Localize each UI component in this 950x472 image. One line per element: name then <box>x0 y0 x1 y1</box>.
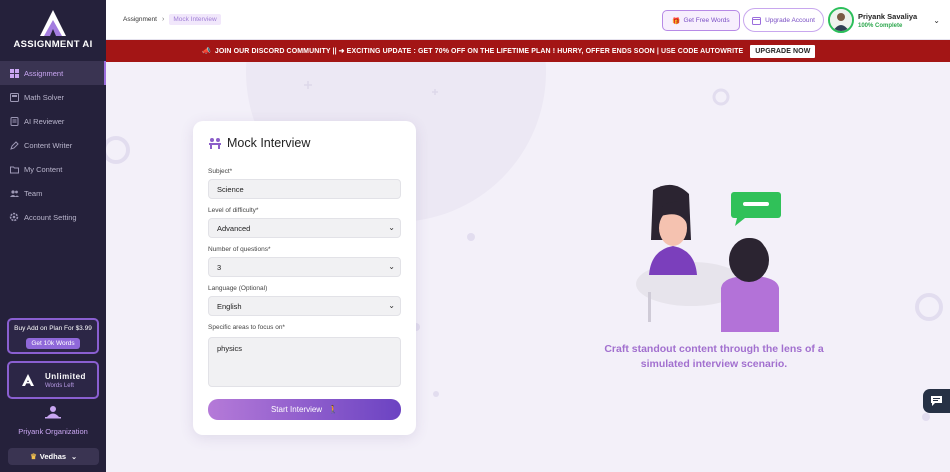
difficulty-select[interactable]: Advanced ⌄ <box>208 218 401 238</box>
questions-value: 3 <box>217 262 222 272</box>
upgrade-now-button[interactable]: UPGRADE NOW <box>750 44 816 58</box>
promo-text: Buy Add on Plan For $3.99 <box>14 325 92 332</box>
workspace-select[interactable]: ♛ Vedhas ⌄ <box>8 448 99 465</box>
language-label: Language (Optional) <box>208 285 268 292</box>
upgrade-account-button[interactable]: Upgrade Account <box>743 8 824 32</box>
difficulty-label: Level of difficulty* <box>208 207 259 214</box>
sidebar-item-assignment[interactable]: Assignment <box>0 61 106 85</box>
sidebar-item-label: My Content <box>24 164 63 174</box>
gear-icon <box>9 212 19 222</box>
start-interview-label: Start Interview <box>270 405 323 414</box>
sidebar: ASSIGNMENT AI Assignment Math Solver AI … <box>0 0 106 472</box>
mock-interview-form: Mock Interview Subject* Science Level of… <box>193 121 416 435</box>
app-name: ASSIGNMENT AI <box>13 39 93 50</box>
calculator-icon <box>9 92 19 102</box>
sidebar-item-math-solver[interactable]: Math Solver <box>0 85 106 109</box>
team-icon <box>9 188 19 198</box>
sidebar-item-label: Assignment <box>24 68 64 78</box>
avatar <box>828 7 854 33</box>
subject-label: Subject* <box>208 168 233 175</box>
sidebar-item-content-writer[interactable]: Content Writer <box>0 133 106 157</box>
subject-input[interactable]: Science <box>208 179 401 199</box>
upgrade-account-label: Upgrade Account <box>765 16 815 24</box>
organization-name: Priyank Organization <box>18 427 88 436</box>
focus-areas-label: Specific areas to focus on* <box>208 324 285 331</box>
get-free-words-button[interactable]: 🎁 Get Free Words <box>662 10 740 31</box>
questions-select[interactable]: 3 ⌄ <box>208 257 401 277</box>
announcement-banner: 📣 JOIN OUR DISCORD COMMUNITY || ➜ EXCITI… <box>106 40 950 62</box>
chat-widget-button[interactable] <box>923 389 950 413</box>
sidebar-item-team[interactable]: Team <box>0 181 106 205</box>
language-value: English <box>217 301 242 311</box>
sidebar-item-label: Account Setting <box>24 212 77 222</box>
start-interview-button[interactable]: Start Interview 🚶 <box>208 399 401 420</box>
words-left-label: Words Left <box>45 382 74 389</box>
focus-areas-value: physics <box>217 344 243 353</box>
chevron-down-icon: ⌄ <box>388 262 395 271</box>
person-icon: 🚶 <box>328 405 339 414</box>
gift-icon: 🎁 <box>672 17 681 25</box>
sidebar-item-my-content[interactable]: My Content <box>0 157 106 181</box>
sidebar-item-label: Content Writer <box>24 140 73 150</box>
form-title: Mock Interview <box>208 136 310 150</box>
words-plan: Unlimited <box>45 371 86 381</box>
user-menu[interactable]: Priyank Savaliya 100% Complete ⌄ <box>828 7 940 33</box>
get-free-words-label: Get Free Words <box>683 17 730 24</box>
breadcrumb: Assignment › Mock Interview <box>123 14 221 25</box>
organization-icon <box>45 406 61 419</box>
focus-areas-textarea[interactable]: physics <box>208 337 401 387</box>
sidebar-nav: Assignment Math Solver AI Reviewer Conte… <box>0 61 106 229</box>
questions-label: Number of questions* <box>208 246 271 253</box>
sidebar-item-label: AI Reviewer <box>24 116 65 126</box>
crown-icon: ♛ <box>30 452 37 461</box>
app-logo[interactable]: ASSIGNMENT AI <box>0 8 106 50</box>
addon-promo[interactable]: Buy Add on Plan For $3.99 Get 10k Words <box>7 318 99 354</box>
get-words-button[interactable]: Get 10k Words <box>26 338 80 349</box>
chevron-right-icon: › <box>161 16 165 23</box>
top-bar: Assignment › Mock Interview 🎁 Get Free W… <box>106 0 950 40</box>
main-content: Mock Interview Subject* Science Level of… <box>106 62 950 472</box>
subject-value: Science <box>217 184 244 194</box>
language-select[interactable]: English ⌄ <box>208 296 401 316</box>
sidebar-item-label: Team <box>24 188 43 198</box>
chevron-down-icon: ⌄ <box>388 301 395 310</box>
folder-icon <box>9 164 19 174</box>
logo-icon <box>40 10 66 36</box>
breadcrumb-assignment[interactable]: Assignment <box>123 16 157 23</box>
brand-icon <box>22 374 34 386</box>
grid-icon <box>9 68 19 78</box>
organization[interactable]: Priyank Organization <box>0 405 106 436</box>
chevron-down-icon: ⌄ <box>71 453 77 461</box>
breadcrumb-current: Mock Interview <box>169 14 221 25</box>
chevron-down-icon: ⌄ <box>388 223 395 232</box>
chevron-down-icon: ⌄ <box>933 15 940 25</box>
workspace-name: Vedhas <box>39 452 67 461</box>
words-left-card: Unlimited Words Left <box>7 361 99 399</box>
pen-icon <box>9 140 19 150</box>
chat-icon <box>931 396 942 406</box>
form-title-text: Mock Interview <box>227 136 311 150</box>
calendar-icon <box>752 16 762 25</box>
interview-illustration <box>636 184 781 332</box>
difficulty-value: Advanced <box>217 223 251 233</box>
illustration-tagline: Craft standout content through the lens … <box>604 343 824 370</box>
profile-completion: 100% Complete <box>858 22 903 29</box>
document-icon <box>9 116 19 126</box>
megaphone-icon: 📣 <box>202 48 211 55</box>
sidebar-item-ai-reviewer[interactable]: AI Reviewer <box>0 109 106 133</box>
sidebar-item-label: Math Solver <box>24 92 65 102</box>
sidebar-item-account-setting[interactable]: Account Setting <box>0 205 106 229</box>
banner-text: JOIN OUR DISCORD COMMUNITY || ➜ EXCITING… <box>214 48 744 55</box>
user-name: Priyank Savaliya <box>858 11 918 21</box>
interview-icon <box>209 138 221 149</box>
